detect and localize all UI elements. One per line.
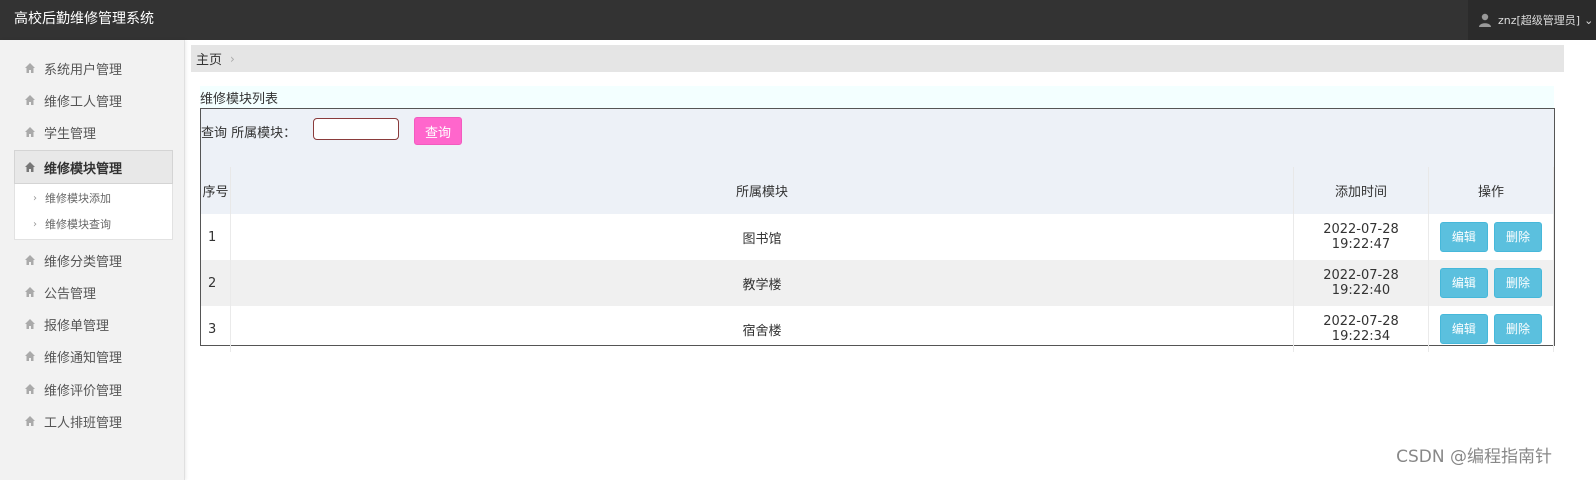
header-time: 添加时间 — [1293, 167, 1429, 214]
chevron-right-icon: › — [33, 218, 37, 230]
chevron-down-icon: ⌄ — [1584, 13, 1594, 27]
app-title: 高校后勤维修管理系统 — [14, 11, 154, 27]
submenu-item-query-module[interactable]: › 维修模块查询 — [33, 215, 111, 233]
sidebar-item-system-users[interactable]: 系统用户管理 — [24, 56, 122, 80]
query-button[interactable]: 查询 — [414, 117, 462, 145]
cell-module: 宿舍楼 — [230, 306, 1294, 352]
home-icon — [25, 384, 35, 394]
module-table: 序号 所属模块 添加时间 操作 1 图书馆 2022-07-28 19:22:4… — [201, 167, 1554, 352]
chevron-right-icon: › — [230, 51, 235, 66]
sidebar-item-label: 公告管理 — [44, 286, 97, 302]
sidebar-item-label: 维修评价管理 — [44, 383, 123, 399]
cell-module: 教学楼 — [230, 260, 1294, 306]
submenu: › 维修模块添加 › 维修模块查询 — [14, 184, 173, 240]
header-module: 所属模块 — [230, 167, 1294, 214]
panel-title: 维修模块列表 — [200, 91, 279, 107]
cell-module: 图书馆 — [230, 214, 1294, 260]
sidebar-item-students[interactable]: 学生管理 — [24, 120, 96, 144]
sidebar-item-reviews[interactable]: 维修评价管理 — [24, 377, 122, 401]
watermark: CSDN @编程指南针 — [1396, 447, 1552, 467]
sidebar-item-label: 维修工人管理 — [44, 94, 123, 110]
sidebar-item-categories[interactable]: 维修分类管理 — [24, 248, 122, 272]
home-icon — [25, 255, 35, 265]
top-bar: 高校后勤维修管理系统 znz[超级管理员] ⌄ — [0, 0, 1596, 40]
user-label: znz[超级管理员] — [1498, 14, 1581, 27]
sidebar-item-label: 维修模块管理 — [44, 161, 123, 177]
breadcrumb-home[interactable]: 主页 — [196, 49, 222, 68]
home-icon — [25, 95, 35, 105]
home-icon — [25, 351, 35, 361]
sidebar-item-workers[interactable]: 维修工人管理 — [24, 88, 122, 112]
sidebar-item-repair-orders[interactable]: 报修单管理 — [24, 312, 109, 336]
edit-button[interactable]: 编辑 — [1439, 268, 1488, 298]
table-row: 3 宿舍楼 2022-07-28 19:22:34 编辑 删除 — [201, 306, 1554, 352]
sidebar-item-label: 维修通知管理 — [44, 350, 123, 366]
sidebar-item-label: 工人排班管理 — [44, 415, 123, 431]
home-icon — [25, 319, 35, 329]
search-label: 查询 所属模块： — [201, 126, 297, 141]
user-icon — [1479, 13, 1491, 27]
cell-actions: 编辑 删除 — [1428, 214, 1554, 260]
sidebar-item-notifications[interactable]: 维修通知管理 — [24, 344, 122, 368]
edit-button[interactable]: 编辑 — [1439, 314, 1488, 344]
header-actions: 操作 — [1428, 167, 1554, 214]
delete-button[interactable]: 删除 — [1494, 268, 1543, 298]
table-row: 1 图书馆 2022-07-28 19:22:47 编辑 删除 — [201, 214, 1554, 260]
cell-actions: 编辑 删除 — [1428, 260, 1554, 306]
cell-time: 2022-07-28 19:22:47 — [1293, 214, 1429, 260]
submenu-item-label: 维修模块添加 — [45, 192, 111, 205]
sidebar-item-schedules[interactable]: 工人排班管理 — [24, 409, 122, 433]
panel-header: 维修模块列表 — [200, 86, 1554, 108]
cell-index: 3 — [201, 306, 231, 352]
user-menu[interactable]: znz[超级管理员] ⌄ — [1468, 0, 1596, 40]
breadcrumb: 主页 › — [191, 45, 1564, 72]
edit-button[interactable]: 编辑 — [1439, 222, 1488, 252]
delete-button[interactable]: 删除 — [1494, 222, 1543, 252]
sidebar-item-label: 系统用户管理 — [44, 62, 123, 78]
chevron-right-icon: › — [33, 192, 37, 204]
header-index: 序号 — [201, 167, 231, 214]
home-icon — [25, 162, 35, 172]
home-icon — [25, 287, 35, 297]
sidebar-item-label: 学生管理 — [44, 126, 97, 142]
cell-actions: 编辑 删除 — [1428, 306, 1554, 352]
search-bar: 查询 所属模块： 查询 — [201, 109, 1554, 168]
submenu-item-add-module[interactable]: › 维修模块添加 — [33, 189, 111, 207]
home-icon — [25, 416, 35, 426]
cell-time: 2022-07-28 19:22:40 — [1293, 260, 1429, 306]
module-search-input[interactable] — [313, 118, 399, 140]
table-row: 2 教学楼 2022-07-28 19:22:40 编辑 删除 — [201, 260, 1554, 306]
submenu-item-label: 维修模块查询 — [45, 218, 111, 231]
sidebar-item-announcements[interactable]: 公告管理 — [24, 280, 96, 304]
sidebar-item-label: 维修分类管理 — [44, 254, 123, 270]
cell-time: 2022-07-28 19:22:34 — [1293, 306, 1429, 352]
cell-index: 1 — [201, 214, 231, 260]
delete-button[interactable]: 删除 — [1494, 314, 1543, 344]
home-icon — [25, 127, 35, 137]
module-list-panel: 查询 所属模块： 查询 序号 所属模块 添加时间 操作 1 图书馆 2022-0… — [200, 108, 1555, 352]
table-header-row: 序号 所属模块 添加时间 操作 — [201, 167, 1554, 214]
home-icon — [25, 63, 35, 73]
sidebar-item-label: 报修单管理 — [44, 318, 110, 334]
sidebar-item-modules[interactable]: 维修模块管理 — [14, 150, 173, 184]
cell-index: 2 — [201, 260, 231, 306]
